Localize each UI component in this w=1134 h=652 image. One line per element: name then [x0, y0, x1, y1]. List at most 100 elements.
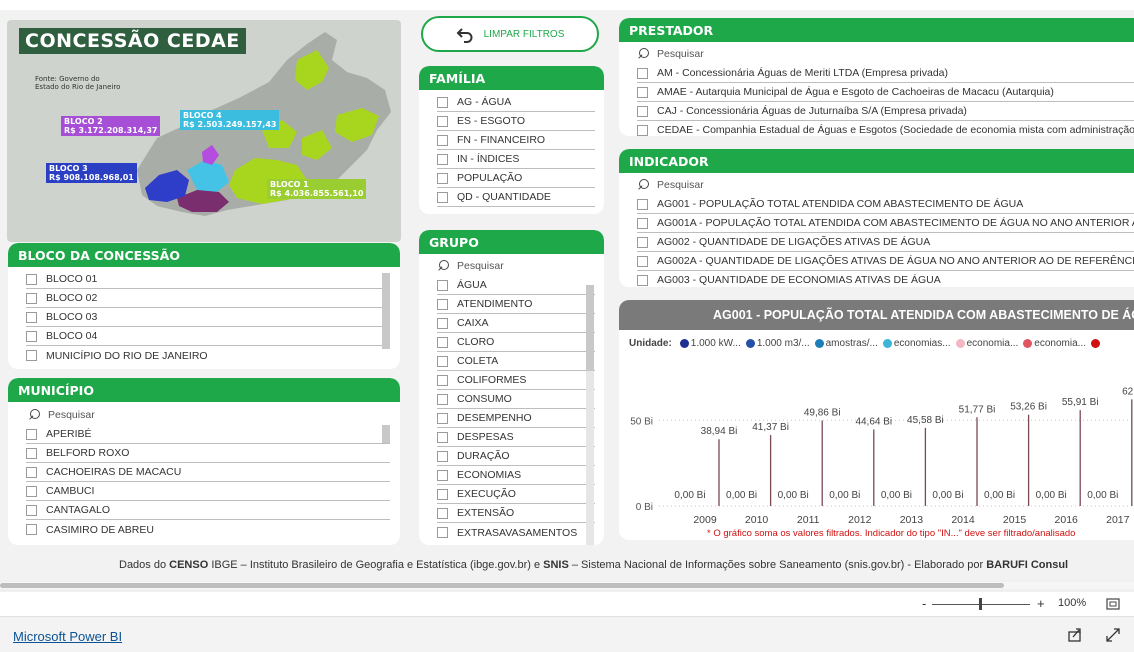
- checkbox[interactable]: [437, 450, 448, 462]
- checkbox[interactable]: [26, 485, 37, 497]
- checkbox[interactable]: [637, 236, 648, 248]
- checkbox[interactable]: [437, 527, 448, 538]
- checkbox[interactable]: [437, 374, 448, 386]
- zoom-out-button[interactable]: -: [922, 596, 926, 611]
- legend-item[interactable]: economia...: [1023, 338, 1086, 349]
- bloco-item[interactable]: BLOCO 02: [26, 289, 390, 308]
- indicador-search[interactable]: Pesquisar: [619, 175, 1134, 195]
- grupo-item[interactable]: EXTENSÃO: [437, 504, 595, 523]
- clear-filters-button[interactable]: LIMPAR FILTROS: [421, 16, 599, 52]
- checkbox[interactable]: [437, 191, 448, 203]
- checkbox[interactable]: [26, 350, 37, 361]
- familia-item[interactable]: FN - FINANCEIRO: [437, 131, 595, 150]
- indicador-item[interactable]: AG001 - POPULAÇÃO TOTAL ATENDIDA COM ABA…: [637, 195, 1134, 214]
- municipio-scrollbar[interactable]: [382, 425, 390, 443]
- grupo-item[interactable]: ECONOMIAS: [437, 466, 595, 485]
- checkbox[interactable]: [437, 317, 448, 329]
- grupo-scrollbar[interactable]: [586, 285, 594, 545]
- indicador-search-input[interactable]: Pesquisar: [657, 179, 704, 191]
- power-bi-link[interactable]: Microsoft Power BI: [13, 629, 122, 644]
- zoom-slider-handle[interactable]: [979, 598, 982, 610]
- indicador-item[interactable]: AG001A - POPULAÇÃO TOTAL ATENDIDA COM AB…: [637, 214, 1134, 233]
- grupo-item[interactable]: DURAÇÃO: [437, 447, 595, 466]
- grupo-item[interactable]: EXTRASAVASAMENTOS: [437, 523, 595, 542]
- checkbox[interactable]: [637, 255, 648, 267]
- checkbox[interactable]: [637, 198, 648, 210]
- checkbox[interactable]: [637, 67, 648, 79]
- horizontal-scrollbar[interactable]: [0, 582, 1134, 589]
- municipio-item[interactable]: CANTAGALO: [26, 501, 390, 520]
- horizontal-scroll-thumb[interactable]: [0, 583, 1004, 588]
- checkbox[interactable]: [437, 355, 448, 367]
- checkbox[interactable]: [637, 124, 648, 136]
- prestador-item[interactable]: AM - Concessionária Águas de Meriti LTDA…: [637, 64, 1134, 83]
- familia-item[interactable]: IN - ÍNDICES: [437, 150, 595, 169]
- checkbox[interactable]: [26, 273, 37, 285]
- checkbox[interactable]: [637, 274, 648, 286]
- bloco-item[interactable]: BLOCO 03: [26, 308, 390, 327]
- checkbox[interactable]: [437, 507, 448, 519]
- legend-item[interactable]: [1090, 338, 1102, 348]
- checkbox[interactable]: [637, 217, 648, 229]
- checkbox[interactable]: [437, 469, 448, 481]
- grupo-item[interactable]: CLORO: [437, 333, 595, 352]
- checkbox[interactable]: [26, 311, 37, 323]
- checkbox[interactable]: [437, 412, 448, 424]
- municipio-search[interactable]: Pesquisar: [8, 405, 400, 425]
- familia-item[interactable]: AG - ÁGUA: [437, 93, 595, 112]
- municipio-item[interactable]: APERIBÉ: [26, 425, 390, 444]
- municipio-item[interactable]: CAMBUCI: [26, 482, 390, 501]
- checkbox[interactable]: [637, 86, 648, 98]
- bloco-item[interactable]: MUNICÍPIO DO RIO DE JANEIRO: [26, 346, 390, 365]
- prestador-search-input[interactable]: Pesquisar: [657, 48, 704, 60]
- checkbox[interactable]: [437, 115, 448, 127]
- checkbox[interactable]: [26, 524, 37, 535]
- bloco-item[interactable]: BLOCO 01: [26, 270, 390, 289]
- prestador-item[interactable]: AMAE - Autarquia Municipal de Água e Esg…: [637, 83, 1134, 102]
- legend-item[interactable]: 1.000 kW...: [679, 338, 741, 349]
- grupo-item[interactable]: DESEMPENHO: [437, 409, 595, 428]
- fit-to-page-icon[interactable]: [1106, 598, 1120, 610]
- checkbox[interactable]: [437, 488, 448, 500]
- prestador-item[interactable]: CAJ - Concessionária Águas de Juturnaíba…: [637, 102, 1134, 121]
- prestador-search[interactable]: Pesquisar: [619, 44, 1134, 64]
- municipio-item[interactable]: CACHOEIRAS DE MACACU: [26, 463, 390, 482]
- grupo-item[interactable]: CAIXA: [437, 314, 595, 333]
- checkbox[interactable]: [437, 134, 448, 146]
- grupo-item[interactable]: ÁGUA: [437, 276, 595, 295]
- checkbox[interactable]: [26, 428, 37, 440]
- checkbox[interactable]: [26, 504, 37, 516]
- indicador-item[interactable]: AG002 - QUANTIDADE DE LIGAÇÕES ATIVAS DE…: [637, 233, 1134, 252]
- grupo-item[interactable]: COLETA: [437, 352, 595, 371]
- indicador-item[interactable]: AG003 - QUANTIDADE DE ECONOMIAS ATIVAS D…: [637, 271, 1134, 287]
- checkbox[interactable]: [26, 292, 37, 304]
- zoom-in-button[interactable]: +: [1037, 596, 1045, 611]
- bloco-item[interactable]: BLOCO 04: [26, 327, 390, 346]
- share-icon[interactable]: [1067, 627, 1083, 643]
- checkbox[interactable]: [437, 279, 448, 291]
- checkbox[interactable]: [26, 447, 37, 459]
- grupo-item[interactable]: CONSUMO: [437, 390, 595, 409]
- checkbox[interactable]: [437, 393, 448, 405]
- checkbox[interactable]: [26, 330, 37, 342]
- grupo-item[interactable]: ATENDIMENTO: [437, 295, 595, 314]
- municipio-search-input[interactable]: Pesquisar: [48, 409, 95, 421]
- fullscreen-icon[interactable]: [1105, 627, 1121, 643]
- grupo-item[interactable]: DESPESAS: [437, 428, 595, 447]
- checkbox[interactable]: [437, 298, 448, 310]
- checkbox[interactable]: [437, 96, 448, 108]
- familia-item[interactable]: ES - ESGOTO: [437, 112, 595, 131]
- grupo-item[interactable]: EXECUÇÃO: [437, 485, 595, 504]
- legend-item[interactable]: economia...: [955, 338, 1018, 349]
- bloco-scrollbar[interactable]: [382, 273, 390, 349]
- checkbox[interactable]: [26, 466, 37, 478]
- checkbox[interactable]: [437, 431, 448, 443]
- checkbox[interactable]: [637, 105, 648, 117]
- municipio-item[interactable]: CASIMIRO DE ABREU: [26, 520, 390, 539]
- checkbox[interactable]: [437, 336, 448, 348]
- grupo-search-input[interactable]: Pesquisar: [457, 260, 504, 272]
- prestador-item[interactable]: CEDAE - Companhia Estadual de Águas e Es…: [637, 121, 1134, 136]
- indicador-item[interactable]: AG002A - QUANTIDADE DE LIGAÇÕES ATIVAS D…: [637, 252, 1134, 271]
- legend-item[interactable]: 1.000 m3/...: [745, 338, 810, 349]
- grupo-item[interactable]: COLIFORMES: [437, 371, 595, 390]
